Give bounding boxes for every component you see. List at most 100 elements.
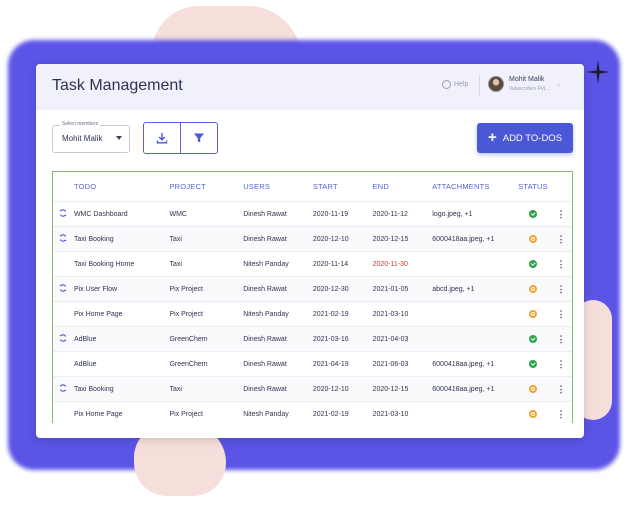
user-cell: Nitesh Panday	[243, 251, 313, 277]
todo-cell[interactable]: Pix Home Page	[73, 301, 170, 327]
task-management-window: Task Management Help Mohit Malik Valueco…	[36, 64, 584, 438]
attachments-cell[interactable]	[432, 251, 517, 277]
attachments-cell[interactable]: abcd.jpeg, +1	[432, 276, 517, 302]
more-vertical-icon[interactable]: ⋮	[557, 359, 566, 369]
table-row[interactable]: Taxi Booking Taxi Dinesh Rawat 2020-12-10 20…	[53, 376, 572, 402]
column-header-attachments[interactable]: ATTACHMENTS	[432, 172, 516, 202]
todo-cell[interactable]: AdBlue	[73, 326, 170, 352]
end-date-cell: 2021-06-03	[372, 351, 433, 377]
table-row[interactable]: AdBlue GreenChem Dinesh Rawat 2021-03-16 202…	[53, 326, 572, 352]
more-vertical-icon[interactable]: ⋮	[557, 234, 566, 244]
column-header-project[interactable]: PROJECT	[169, 172, 243, 202]
start-date-cell: 2021-04-19	[312, 351, 373, 377]
table-header-row: TODO PROJECT USERS START END ATTACHMENTS…	[53, 172, 572, 202]
end-date-cell: 2020-11-30	[372, 251, 433, 277]
column-header-start[interactable]: START	[313, 172, 373, 202]
column-header-end[interactable]: END	[373, 172, 433, 202]
todo-cell[interactable]: Taxi Booking Home	[73, 251, 170, 277]
start-date-cell: 2020-12-30	[312, 276, 373, 302]
project-cell: Pix Project	[169, 276, 244, 302]
avatar[interactable]	[488, 76, 504, 92]
row-menu-cell[interactable]: ⋮	[550, 201, 572, 227]
todo-cell[interactable]: Taxi Booking	[73, 376, 170, 402]
todo-table: TODO PROJECT USERS START END ATTACHMENTS…	[52, 171, 573, 426]
table-row[interactable]: Pix Home Page Pix Project Nitesh Panday 202…	[53, 401, 572, 426]
recurring-cell	[53, 376, 74, 402]
start-date-cell: 2021-03-16	[312, 326, 373, 352]
status-pending-icon	[529, 235, 538, 243]
start-date-cell: 2020-12-10	[312, 226, 373, 252]
table-row[interactable]: WMC Dashboard WMC Dinesh Rawat 2020-11-19 20…	[53, 201, 572, 227]
end-date-cell: 2021-01-05	[372, 276, 433, 302]
column-header-status[interactable]: STATUS	[516, 172, 550, 202]
project-cell: Taxi	[169, 226, 244, 252]
user-org: Valuecoders Pvt...	[509, 86, 550, 92]
help-bubble-icon	[442, 80, 451, 89]
table-row[interactable]: Taxi Booking Home Taxi Nitesh Panday 2020-1…	[53, 251, 572, 277]
todo-cell[interactable]: Taxi Booking	[73, 226, 170, 252]
add-todos-label: ADD TO-DOS	[502, 132, 563, 144]
table-row[interactable]: Pix User Flow Pix Project Dinesh Rawat 2020…	[53, 276, 572, 302]
member-select[interactable]: Select members Mohit Malik	[52, 121, 130, 153]
header-spacer	[53, 172, 74, 202]
more-vertical-icon[interactable]: ⋮	[557, 259, 566, 269]
todo-cell[interactable]: Pix Home Page	[73, 401, 170, 426]
attachments-cell[interactable]: 6000418aa.jpeg, +1	[432, 376, 517, 402]
user-cell: Dinesh Rawat	[243, 326, 313, 352]
recurring-sync-icon	[59, 209, 67, 219]
attachments-cell[interactable]	[432, 401, 517, 426]
recurring-cell	[53, 301, 74, 327]
row-menu-cell[interactable]: ⋮	[550, 326, 572, 352]
toolbar: Select members Mohit Malik + ADD TO-DOS	[36, 110, 584, 170]
caret-down-icon	[116, 136, 122, 140]
recurring-sync-icon	[59, 334, 67, 344]
status-cell	[516, 301, 551, 327]
todo-cell[interactable]: Pix User Flow	[73, 276, 170, 302]
todo-cell[interactable]: WMC Dashboard	[73, 201, 170, 227]
more-vertical-icon[interactable]: ⋮	[557, 334, 566, 344]
column-header-todo[interactable]: TODO	[74, 172, 170, 202]
attachments-cell[interactable]: 6000418aa.jpeg, +1	[432, 226, 517, 252]
table-row[interactable]: Pix Home Page Pix Project Nitesh Panday 202…	[53, 301, 572, 327]
start-date-cell: 2020-12-10	[312, 376, 373, 402]
row-menu-cell[interactable]: ⋮	[550, 276, 572, 302]
end-date-cell: 2020-11-12	[372, 201, 433, 227]
filter-button[interactable]	[181, 123, 217, 153]
user-cell: Dinesh Rawat	[243, 351, 313, 377]
table-row[interactable]: AdBlue GreenChem Dinesh Rawat 2021-04-19 202…	[53, 351, 572, 377]
row-menu-cell[interactable]: ⋮	[550, 401, 572, 426]
download-button[interactable]	[144, 123, 181, 153]
help-link[interactable]: Help	[442, 80, 468, 89]
recurring-sync-icon	[59, 384, 67, 394]
more-vertical-icon[interactable]: ⋮	[557, 384, 566, 394]
table-row[interactable]: Taxi Booking Taxi Dinesh Rawat 2020-12-10 20…	[53, 226, 572, 252]
start-date-cell: 2021-02-19	[312, 301, 373, 327]
more-vertical-icon[interactable]: ⋮	[557, 209, 566, 219]
todo-cell[interactable]: AdBlue	[73, 351, 170, 377]
attachments-cell[interactable]: 6000418aa.jpeg, +1	[432, 351, 517, 377]
plus-icon: +	[487, 129, 497, 146]
project-cell: Taxi	[169, 376, 244, 402]
user-name[interactable]: Mohit Malik	[509, 76, 544, 83]
column-header-users[interactable]: USERS	[243, 172, 313, 202]
end-date-cell: 2021-03-10	[372, 301, 433, 327]
add-todos-button[interactable]: + ADD TO-DOS	[477, 123, 573, 153]
more-vertical-icon[interactable]: ⋮	[557, 409, 566, 419]
status-cell	[516, 401, 551, 426]
recurring-cell	[53, 401, 74, 426]
attachments-cell[interactable]: logo.jpeg, +1	[432, 201, 517, 227]
attachments-cell[interactable]	[432, 326, 517, 352]
row-menu-cell[interactable]: ⋮	[550, 301, 572, 327]
row-menu-cell[interactable]: ⋮	[550, 376, 572, 402]
row-menu-cell[interactable]: ⋮	[550, 251, 572, 277]
more-vertical-icon[interactable]: ⋮	[557, 284, 566, 294]
project-cell: WMC	[169, 201, 244, 227]
recurring-cell	[53, 351, 74, 377]
download-icon	[156, 133, 168, 144]
attachments-cell[interactable]	[432, 301, 517, 327]
row-menu-cell[interactable]: ⋮	[550, 351, 572, 377]
header-spacer	[550, 172, 572, 202]
chevron-down-icon[interactable]: ⌄	[556, 81, 561, 88]
row-menu-cell[interactable]: ⋮	[550, 226, 572, 252]
more-vertical-icon[interactable]: ⋮	[557, 309, 566, 319]
